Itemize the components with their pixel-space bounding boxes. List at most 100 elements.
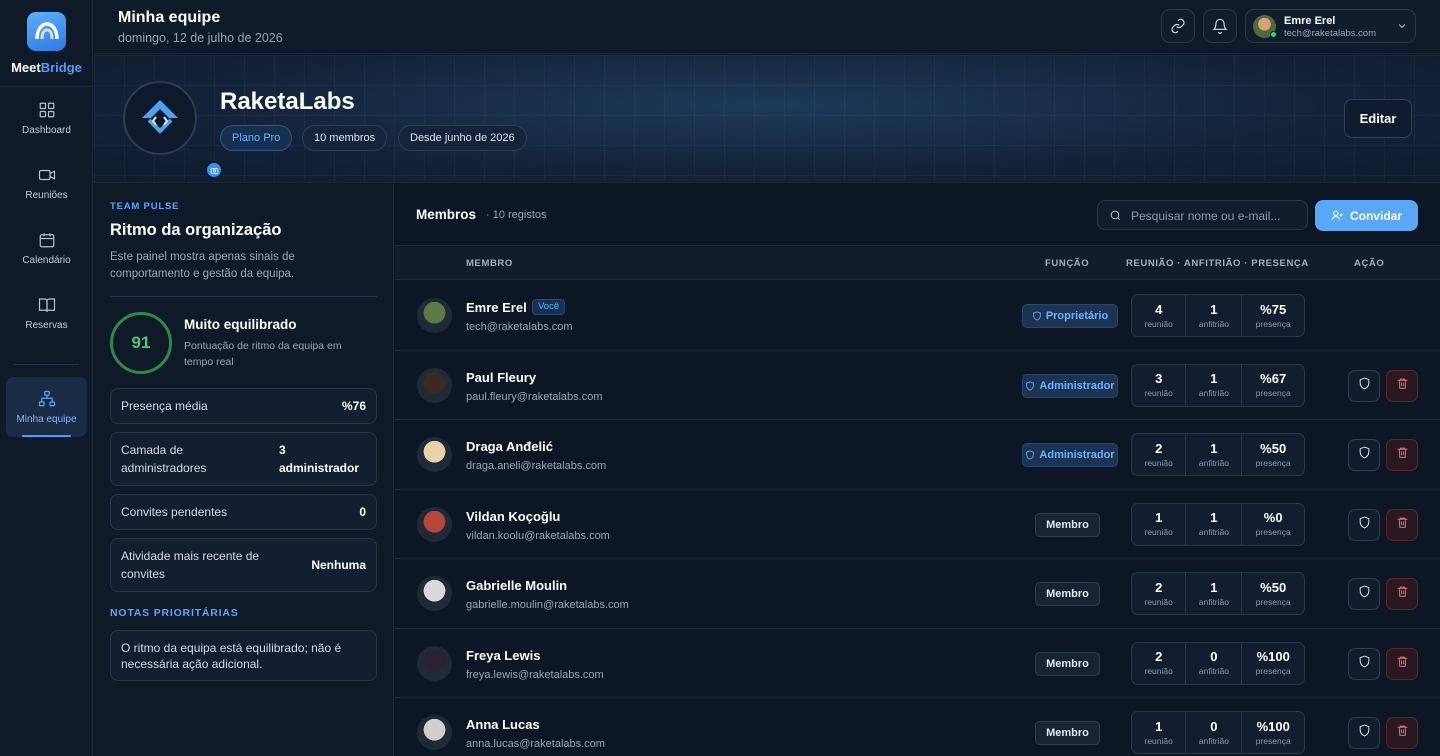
priority-note: O ritmo da equipa está equilibrado; não … [110, 630, 377, 681]
member-metrics: 2 reunião 0 anfitrião %100 presença [1131, 641, 1305, 685]
change-role-button[interactable] [1348, 578, 1380, 610]
nav-item-my-team[interactable]: Minha equipe [6, 377, 87, 437]
metric-meetings: 3 reunião [1132, 364, 1187, 406]
member-name: Vildan Koçoğlu [466, 508, 561, 524]
remove-member-button[interactable] [1386, 369, 1418, 402]
remove-member-button[interactable] [1386, 439, 1418, 471]
metric-value: %50 [1260, 579, 1287, 595]
nav-label: Minha equipe [16, 413, 77, 425]
metric-value: 1 [1210, 510, 1218, 525]
metric-presence: %50 presença [1242, 434, 1304, 475]
nav-item-bookings[interactable]: Reservas [6, 283, 87, 343]
change-role-button[interactable] [1348, 369, 1380, 402]
pulse-score: 91 [110, 312, 172, 374]
plan-chip: Plano Pro [220, 125, 293, 151]
nav-item-calendar[interactable]: Calendário [6, 218, 87, 278]
shield-icon [1026, 450, 1035, 460]
metric-meetings: 2 reunião [1132, 573, 1187, 614]
video-icon [38, 169, 55, 180]
role-label: Administrador [1039, 449, 1115, 461]
member-name: Gabrielle Moulin [466, 578, 568, 593]
member-metrics: 3 reunião 1 anfitrião %67 presença [1131, 363, 1305, 407]
org-name: RaketaLabs [220, 88, 355, 115]
shield-icon [1358, 516, 1371, 534]
stat-pending-invites: Convites pendentes 0 [110, 494, 377, 530]
copy-link-button[interactable] [1161, 9, 1195, 43]
change-role-button[interactable] [1348, 508, 1380, 541]
avatar [417, 506, 452, 542]
change-role-button[interactable] [1348, 717, 1380, 749]
avatar [417, 715, 452, 750]
since-chip: Desde junho de 2026 [398, 125, 527, 151]
notifications-button[interactable] [1203, 9, 1237, 43]
table-row: Draga Anđelić draga.aneli@raketalabs.com A… [395, 420, 1440, 490]
search-placeholder: Pesquisar nome ou e-mail... [1131, 209, 1281, 223]
trash-icon [1396, 585, 1409, 603]
nav-label: Reuniões [25, 189, 68, 201]
role-badge: Membro [1035, 582, 1100, 606]
role-label: Membro [1046, 518, 1089, 531]
metric-unit: reunião [1144, 318, 1173, 329]
invite-button[interactable]: Convidar [1315, 200, 1418, 231]
stat-label: Presença média [121, 399, 208, 413]
calendar-icon [39, 232, 54, 247]
metric-value: 2 [1155, 579, 1163, 595]
column-stats[interactable]: REUNIÃO · ANFITRIÃO · PRESENÇA [1126, 258, 1309, 269]
avatar [417, 645, 452, 681]
member-email: paul.fleury@raketalabs.com [466, 390, 603, 403]
remove-member-button[interactable] [1386, 508, 1418, 541]
members-count-chip: 10 membros [302, 125, 388, 151]
chevron-down-icon [1398, 24, 1406, 29]
metric-presence: %100 presença [1242, 643, 1304, 684]
member-email: gabrielle.moulin@raketalabs.com [466, 599, 629, 611]
pulse-description: Este painel mostra apenas sinais de comp… [110, 251, 295, 280]
edit-button[interactable]: Editar [1344, 99, 1412, 138]
nav-item-meetings[interactable]: Reuniões [6, 153, 87, 213]
brand-name: MeetBridge [0, 60, 93, 75]
user-menu[interactable]: Emre Erel tech@raketalabs.com [1245, 9, 1416, 43]
change-role-button[interactable] [1348, 647, 1380, 680]
metric-value: 4 [1155, 301, 1163, 317]
remove-member-button[interactable] [1386, 717, 1418, 749]
metric-meetings: 1 reunião [1132, 503, 1187, 545]
team-pulse-panel: TEAM PULSE Ritmo da organização Este pai… [94, 184, 394, 756]
remove-member-button[interactable] [1386, 578, 1418, 610]
trash-icon [1396, 655, 1409, 673]
search-icon [1110, 210, 1121, 221]
avatar [417, 367, 452, 403]
column-role[interactable]: FUNÇÃO [1045, 258, 1089, 269]
metric-value: 3 [1155, 371, 1163, 386]
camera-icon[interactable] [205, 161, 223, 179]
metric-value: 1 [1210, 301, 1218, 317]
metric-unit: presença [1255, 735, 1291, 746]
member-metrics: 1 reunião 1 anfitrião %0 presença [1131, 502, 1305, 546]
metric-unit: anfitrião [1198, 388, 1229, 398]
metric-presence: %100 presença [1242, 712, 1304, 753]
stat-label: Camada de administradores [121, 443, 207, 475]
column-member[interactable]: MEMBRO [466, 258, 513, 269]
change-role-button[interactable] [1348, 439, 1380, 471]
role-label: Membro [1046, 657, 1089, 670]
stat-admin-layer: Camada de administradores 3 administrado… [110, 432, 377, 486]
you-badge: Você [532, 299, 566, 315]
brand-logo-icon[interactable] [27, 12, 66, 51]
sidebar-divider [0, 86, 93, 87]
metric-value: %75 [1260, 301, 1287, 317]
org-logo[interactable] [123, 81, 223, 179]
grid-icon [39, 102, 54, 117]
members-count: · 10 registos [486, 209, 547, 221]
shield-icon [1026, 380, 1035, 391]
member-name: Paul Fleury [466, 369, 537, 385]
metric-unit: presença [1255, 388, 1291, 398]
table-row: Freya Lewis freya.lewis@raketalabs.com Mem… [395, 629, 1440, 698]
search-input[interactable]: Pesquisar nome ou e-mail... [1097, 200, 1308, 230]
pulse-kicker: TEAM PULSE [110, 201, 180, 212]
shield-icon [1358, 655, 1371, 673]
metric-host: 1 anfitrião [1186, 503, 1243, 545]
stat-value: %76 [341, 399, 366, 413]
member-email: draga.aneli@raketalabs.com [466, 460, 607, 472]
metric-value: 1 [1155, 510, 1163, 525]
remove-member-button[interactable] [1386, 647, 1418, 680]
nav-item-dashboard[interactable]: Dashboard [6, 88, 87, 148]
stat-value: 0 [359, 505, 366, 519]
